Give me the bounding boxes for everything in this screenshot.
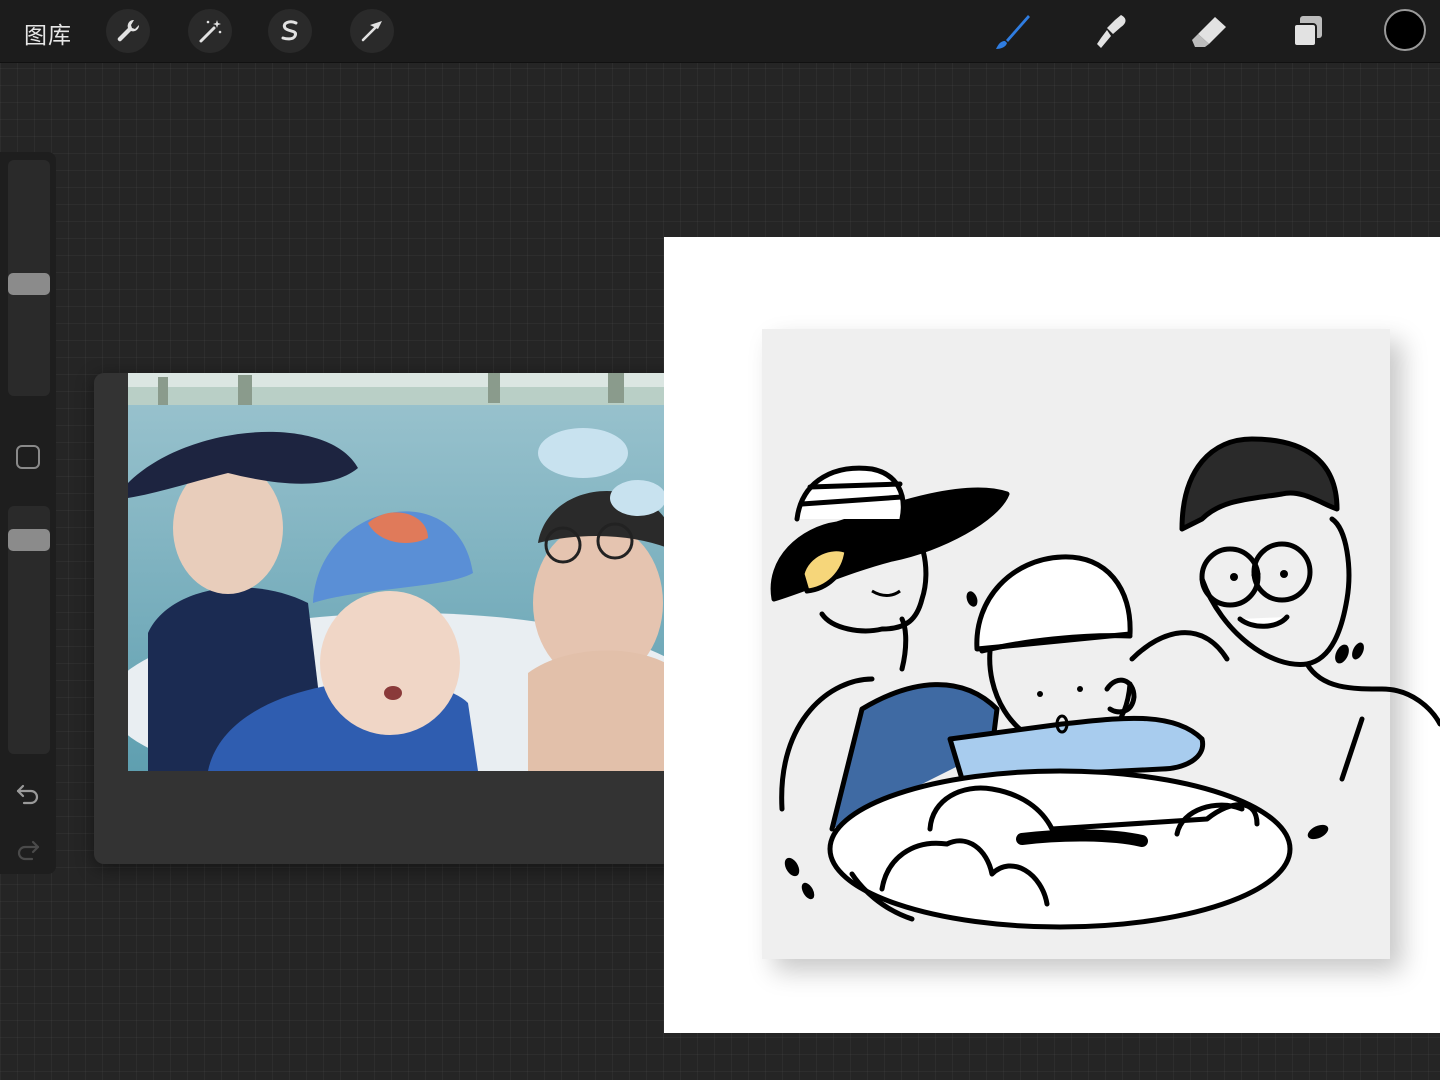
selection-s-icon: [281, 20, 298, 41]
brush-opacity-thumb[interactable]: [8, 529, 50, 551]
brush-size-thumb[interactable]: [8, 273, 50, 295]
redo-icon[interactable]: [14, 834, 42, 862]
reference-photo: [128, 373, 680, 771]
layers-icon: [1293, 16, 1322, 47]
eraser-icon: [1192, 17, 1226, 47]
smudge-icon: [1097, 15, 1126, 48]
gallery-button[interactable]: 图库: [24, 16, 72, 50]
line-art-illustration: [770, 436, 1440, 930]
smudge-tool-button[interactable]: [1089, 10, 1133, 54]
magic-wand-icon: [199, 20, 222, 43]
undo-icon[interactable]: [14, 778, 42, 806]
wrench-icon: [117, 19, 140, 42]
brush-tool-button[interactable]: [990, 10, 1034, 54]
transform-button[interactable]: [350, 9, 394, 53]
selection-button[interactable]: [268, 9, 312, 53]
left-sidebar: [0, 152, 56, 874]
arrow-cursor-icon: [361, 21, 382, 42]
actions-button[interactable]: [106, 9, 150, 53]
layers-button[interactable]: [1286, 10, 1330, 54]
brush-size-slider[interactable]: [8, 160, 50, 396]
modify-button[interactable]: [16, 445, 40, 469]
top-toolbar: 图库: [0, 0, 1440, 63]
color-picker-button[interactable]: [1384, 9, 1426, 51]
eraser-tool-button[interactable]: [1187, 10, 1231, 54]
brush-opacity-slider[interactable]: [8, 506, 50, 754]
brush-icon: [996, 15, 1030, 49]
adjustments-button[interactable]: [188, 9, 232, 53]
